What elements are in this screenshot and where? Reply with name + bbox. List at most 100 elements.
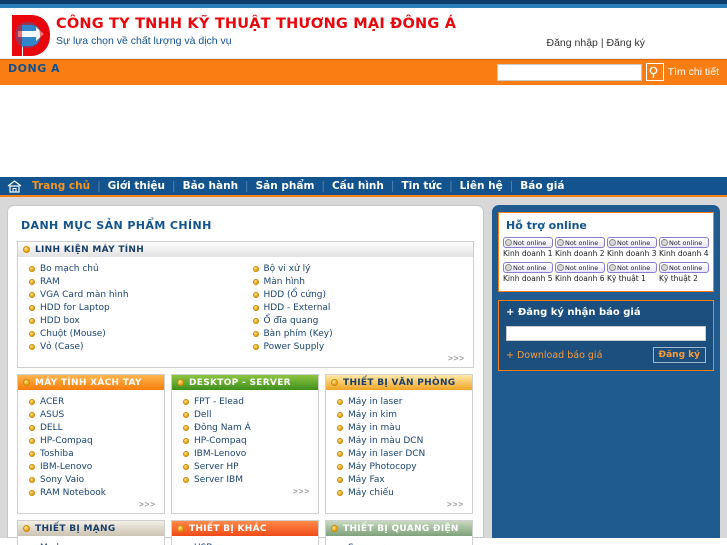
banner-area [0, 85, 727, 177]
category-item[interactable]: DELL [22, 421, 160, 434]
nav-item-2[interactable]: Bảo hành [176, 180, 245, 192]
category-item[interactable]: Máy in kim [330, 408, 468, 421]
category-column: Bộ vi xử lý Màn hình HDD (Ổ cứng) HDD - Ext… [246, 262, 470, 353]
category-body: ModemSwitch - RouterCard mạngBộ phát Wir… [18, 536, 164, 545]
category-item[interactable]: Máy in laser [330, 395, 468, 408]
nav-item-3[interactable]: Sản phẩm [249, 180, 322, 192]
category-item-label: Bộ vi xử lý [263, 263, 311, 274]
category-item-label: Máy in laser DCN [348, 448, 426, 459]
category-item[interactable]: Toshiba [22, 447, 160, 460]
category-item[interactable]: Dell [176, 408, 314, 421]
nav-item-7[interactable]: Báo giá [513, 180, 571, 192]
home-icon [7, 179, 21, 193]
category-header[interactable]: THIẾT BỊ KHÁC [172, 521, 318, 536]
category-item-label: HP-Compaq [194, 435, 247, 446]
category-item[interactable]: Máy Fax [330, 473, 468, 486]
category-item[interactable]: Máy chiếu [330, 486, 468, 499]
register-link[interactable]: Đăng ký [606, 37, 645, 49]
yahoo-status-badge[interactable]: Not online [659, 262, 709, 273]
category-item[interactable]: IBM-Lenovo [22, 460, 160, 473]
search-button[interactable] [645, 63, 664, 81]
bullet-icon [29, 317, 35, 324]
yahoo-status-badge[interactable]: Not online [607, 262, 657, 273]
yahoo-status-badge[interactable]: Not online [503, 237, 553, 248]
category-item[interactable]: Server IBM [176, 473, 314, 486]
category-item[interactable]: Máy in màu DCN [330, 434, 468, 447]
category-item[interactable]: HDD (Ổ cứng) [246, 288, 470, 301]
register-quote-button[interactable]: Đăng ký [652, 347, 706, 363]
category-item[interactable]: Modem [22, 541, 160, 545]
company-name: CÔNG TY TNHH KỸ THUẬT THƯƠNG MẠI ĐÔNG Á [56, 16, 457, 32]
category-item[interactable]: Vỏ (Case) [22, 340, 246, 353]
category-item[interactable]: Bàn phím (Key) [246, 327, 470, 340]
category-item[interactable]: Màn hình [246, 275, 470, 288]
quote-email-input[interactable] [506, 326, 706, 341]
nav-item-5[interactable]: Tin tức [394, 180, 449, 192]
category-item[interactable]: IBM-Lenovo [176, 447, 314, 460]
nav-item-0[interactable]: Trang chủ [25, 180, 97, 192]
offline-status-icon [505, 264, 512, 271]
category-item[interactable]: Máy in màu [330, 421, 468, 434]
login-link[interactable]: Đăng nhập [547, 37, 598, 49]
category-item[interactable]: Đông Nam Á [176, 421, 314, 434]
category-item[interactable]: HP-Compaq [176, 434, 314, 447]
category-item[interactable]: Máy in laser DCN [330, 447, 468, 460]
logo-wordmark: DONG A [8, 62, 61, 75]
category-item[interactable]: RAM [22, 275, 246, 288]
category-item[interactable]: Server HP [176, 460, 314, 473]
category-item[interactable]: HDD box [22, 314, 246, 327]
search-button-label[interactable]: Tìm chi tiết [668, 66, 727, 78]
category-columns: ACER ASUS DELL HP-Compaq Toshiba IBM-Lenovo So… [22, 395, 160, 499]
category-more-link[interactable]: >>> [330, 499, 468, 511]
category-item[interactable]: USB [176, 541, 314, 545]
category-title: THIẾT BỊ KHÁC [189, 523, 267, 534]
page-title: DANH MỤC SẢN PHẨM CHÍNH [21, 219, 212, 232]
nav-item-1[interactable]: Giới thiệu [101, 180, 172, 192]
home-button[interactable] [3, 179, 25, 193]
category-item[interactable]: ASUS [22, 408, 160, 421]
category-item[interactable]: Máy Photocopy [330, 460, 468, 473]
yahoo-status-badge[interactable]: Not online [555, 237, 605, 248]
category-more-link[interactable]: >>> [176, 486, 314, 498]
bullet-icon [23, 379, 30, 386]
category-item[interactable]: Power Supply [246, 340, 470, 353]
category-item[interactable]: HP-Compaq [22, 434, 160, 447]
category-item[interactable]: VGA Card màn hình [22, 288, 246, 301]
yahoo-status-badge[interactable]: Not online [503, 262, 553, 273]
category-column: Bo mạch chủ RAM VGA Card màn hình HDD for L… [22, 262, 246, 353]
nav-item-6[interactable]: Liên hệ [453, 180, 510, 192]
bullet-icon [23, 246, 30, 253]
category-header[interactable]: THIẾT BỊ MẠNG [18, 521, 164, 536]
category-item[interactable]: FPT - Elead [176, 395, 314, 408]
nav-item-4[interactable]: Cấu hình [325, 180, 391, 192]
bullet-icon [252, 278, 259, 285]
company-logo[interactable] [6, 9, 52, 61]
category-header[interactable]: MÁY TÍNH XÁCH TAY [18, 375, 164, 390]
category-item[interactable]: Scanner [330, 541, 468, 545]
yahoo-status-badge[interactable]: Not online [659, 237, 709, 248]
category-header[interactable]: LINH KIỆN MÁY TÍNH [18, 242, 473, 257]
category-more-link[interactable]: >>> [22, 499, 160, 511]
category-item[interactable]: RAM Notebook [22, 486, 160, 499]
category-item[interactable]: Sony Vaio [22, 473, 160, 486]
category-item[interactable]: Bộ vi xử lý [246, 262, 470, 275]
bullet-icon [337, 463, 343, 470]
category-item[interactable]: HDD - External [246, 301, 470, 314]
bullet-icon [252, 265, 259, 272]
search-input[interactable] [496, 63, 642, 81]
category-header[interactable]: THIẾT BỊ VĂN PHÒNG [326, 375, 472, 390]
yahoo-status-badge[interactable]: Not online [555, 262, 605, 273]
category-item[interactable]: Bo mạch chủ [22, 262, 246, 275]
category-item[interactable]: HDD for Laptop [22, 301, 246, 314]
category-item-label: HP-Compaq [40, 435, 93, 446]
category-item[interactable]: Chuột (Mouse) [22, 327, 246, 340]
category-header[interactable]: THIẾT BỊ QUANG ĐIỆN [326, 521, 472, 536]
category-item[interactable]: Ổ đĩa quang [246, 314, 470, 327]
category-item-label: Máy in màu [348, 422, 401, 433]
category-header[interactable]: DESKTOP - SERVER [172, 375, 318, 390]
bullet-icon [29, 398, 35, 405]
download-quote-link[interactable]: + Download báo giá [506, 350, 602, 361]
yahoo-status-badge[interactable]: Not online [607, 237, 657, 248]
category-more-link[interactable]: >>> [22, 353, 469, 365]
category-item[interactable]: ACER [22, 395, 160, 408]
